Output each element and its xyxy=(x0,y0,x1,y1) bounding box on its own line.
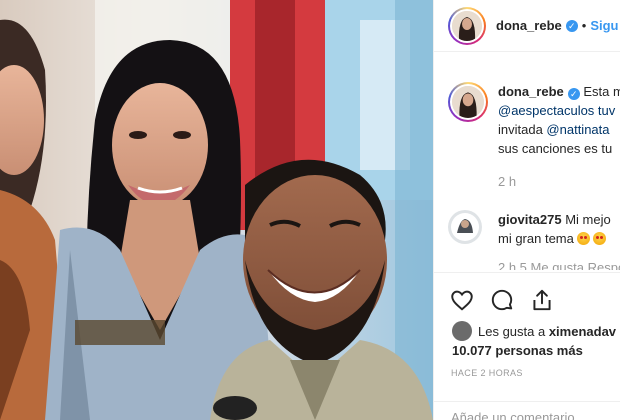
comment-meta[interactable]: 2 h 5 Me gusta Responder xyxy=(498,258,620,270)
comment-text-line1: Mi mejo xyxy=(565,212,611,227)
heart-eyes-emoji-icon xyxy=(576,232,590,245)
post-time-ago[interactable]: HACE 2 HORAS xyxy=(451,368,523,378)
likes-summary: Les gusta a ximenadav 10.077 personas má… xyxy=(452,321,616,360)
selfie-image xyxy=(0,0,433,420)
heart-icon[interactable] xyxy=(449,287,475,313)
caption-username[interactable]: dona_rebe xyxy=(498,84,564,99)
caption-mention-line[interactable]: @aespectaculos tuv xyxy=(498,101,620,120)
comment-text-line2: mi gran tema xyxy=(498,231,574,246)
caption-text-line3: invitada xyxy=(498,122,547,137)
post-photo[interactable] xyxy=(0,0,433,420)
likes-count[interactable]: 10.077 personas más xyxy=(452,343,583,358)
commenter-avatar[interactable] xyxy=(448,210,482,249)
share-icon[interactable] xyxy=(529,287,555,313)
comments-list[interactable]: dona_rebe ✓ Esta m @aespectaculos tuv inv… xyxy=(434,70,620,270)
heart-eyes-emoji-icon xyxy=(592,232,606,245)
author-avatar[interactable] xyxy=(448,6,486,45)
post-sidebar: dona_rebe ✓ • Sigu dona_rebe ✓ Esta m @a… xyxy=(433,0,620,420)
liker-avatar[interactable] xyxy=(452,321,472,341)
add-comment-input[interactable]: Añade un comentario... xyxy=(434,401,620,420)
author-username[interactable]: dona_rebe xyxy=(496,18,562,33)
follow-button[interactable]: Sigu xyxy=(590,18,618,33)
post-header: dona_rebe ✓ • Sigu xyxy=(434,0,620,52)
caption-text-line4: sus canciones es tu xyxy=(498,141,613,156)
verified-badge-icon: ✓ xyxy=(567,88,580,100)
caption-avatar[interactable] xyxy=(448,82,488,122)
post-actions: Les gusta a ximenadav 10.077 personas má… xyxy=(434,272,620,420)
separator-dot: • xyxy=(581,18,587,33)
caption-text-line1: Esta m xyxy=(583,84,620,99)
liker-username[interactable]: ximenadav xyxy=(549,324,616,339)
likes-prefix: Les gusta a xyxy=(478,324,549,339)
comment-icon[interactable] xyxy=(489,287,515,313)
verified-badge-icon: ✓ xyxy=(565,19,578,32)
caption-mention[interactable]: @nattinata xyxy=(546,122,609,137)
caption-time[interactable]: 2 h xyxy=(498,172,620,191)
commenter-username[interactable]: giovita275 xyxy=(498,212,562,227)
